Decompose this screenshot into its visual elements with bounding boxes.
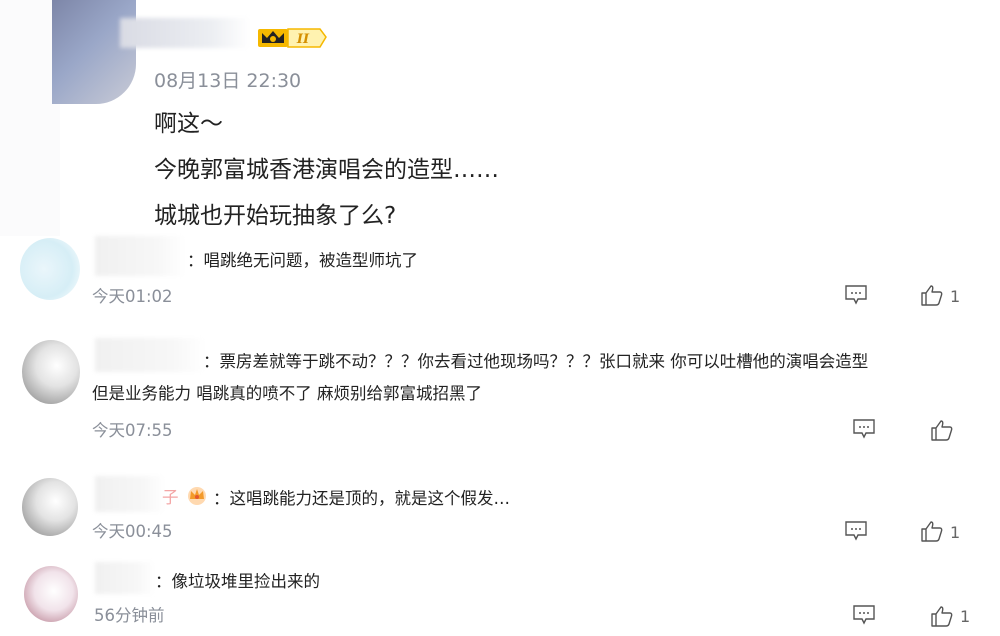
post-line-3: 城城也开始玩抽象了么? — [154, 203, 397, 229]
post-line-2: 今晚郭富城香港演唱会的造型…… — [154, 157, 499, 183]
comment-icon[interactable] — [844, 284, 868, 306]
reply-avatar[interactable] — [22, 340, 80, 404]
crown-icon — [188, 487, 206, 505]
reply-text: ：这唱跳能力还是顶的，就是这个假发… — [213, 489, 510, 508]
reply-text-line-2: 但是业务能力 唱跳真的喷不了 麻烦别给郭富城招黑了 — [92, 384, 482, 403]
reply-avatar[interactable] — [20, 238, 80, 300]
like-count: 1 — [950, 523, 961, 542]
thumbs-up-icon[interactable] — [920, 520, 944, 542]
reply-avatar[interactable] — [22, 478, 78, 536]
post-avatar[interactable] — [52, 0, 136, 104]
reply-time: 今天00:45 — [92, 522, 173, 541]
thumbs-up-icon[interactable] — [920, 284, 944, 306]
reply-author-name-tail[interactable]: 子 — [162, 484, 179, 508]
post-author-name-blurred[interactable] — [120, 18, 250, 48]
reply-time: 56分钟前 — [94, 606, 165, 625]
like-count: 1 — [960, 607, 971, 626]
comment-icon[interactable] — [844, 520, 868, 542]
badge-level: II — [296, 32, 310, 47]
thumbs-up-icon[interactable] — [930, 419, 954, 441]
reply-avatar[interactable] — [24, 566, 78, 622]
reply-time: 今天07:55 — [92, 421, 173, 440]
reply-author-name-blurred[interactable] — [95, 236, 185, 276]
crown-badge-icon: II — [258, 28, 327, 48]
post-line-1: 啊这～ — [154, 111, 223, 137]
reply-text-line-1: ：票房差就等于跳不动？？？你去看过他现场吗？？？张口就来 你可以吐槽他的演唱会造… — [203, 352, 869, 371]
post-time: 08月13日 22:30 — [154, 70, 302, 92]
reply-author-name-blurred[interactable] — [95, 562, 155, 594]
thumbs-up-icon[interactable] — [930, 605, 954, 627]
post-avatar-backdrop — [0, 0, 60, 236]
like-count: 1 — [950, 287, 961, 306]
reply-text: ：像垃圾堆里捡出来的 — [155, 572, 320, 591]
comment-icon[interactable] — [852, 604, 876, 626]
reply-author-name-blurred[interactable] — [95, 338, 205, 372]
reply-time: 今天01:02 — [92, 287, 173, 306]
reply-text: ：唱跳绝无问题，被造型师坑了 — [187, 251, 418, 270]
comment-icon[interactable] — [852, 418, 876, 440]
reply-author-name-blurred[interactable] — [95, 476, 165, 512]
